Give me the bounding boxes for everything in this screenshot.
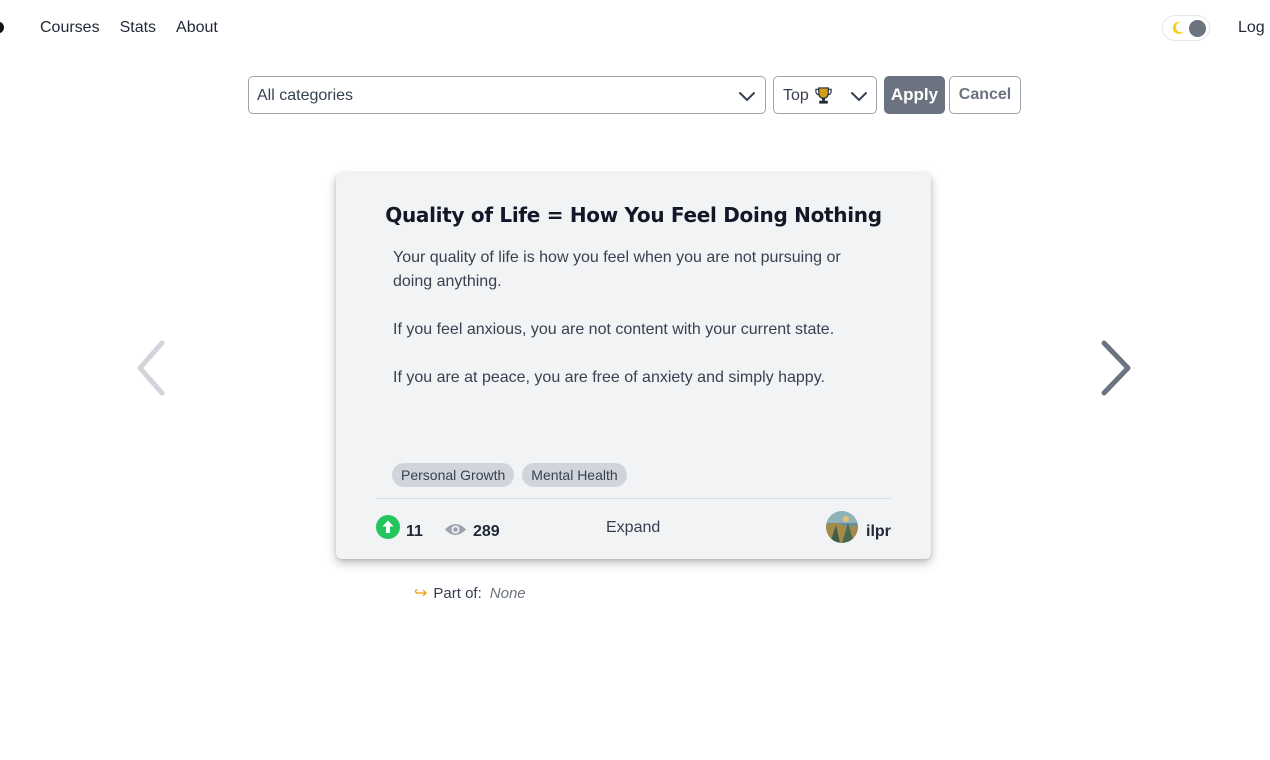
part-of-label: Part of: [433,584,482,602]
chevron-down-icon [739,92,755,101]
part-of-row: ↪ Part of: None [414,583,526,603]
logo-icon[interactable] [0,22,4,33]
nav-link-courses[interactable]: Courses [40,18,100,38]
moon-icon [1172,21,1184,34]
card-divider [376,498,891,499]
nav-links: Courses Stats About [40,18,238,38]
chevron-right-icon[interactable] [1096,338,1136,398]
part-of-value[interactable]: None [490,585,526,602]
login-link[interactable]: Log [1238,18,1265,38]
upvote-icon[interactable] [376,515,400,539]
card-paragraph: If you feel anxious, you are not content… [393,321,835,338]
cancel-button[interactable]: Cancel [949,76,1021,114]
theme-toggle[interactable] [1162,15,1210,41]
expand-button[interactable]: Expand [606,519,660,537]
tag-list: Personal Growth Mental Health [392,463,627,487]
category-select-value: All categories [257,87,354,104]
nav-link-about[interactable]: About [176,18,218,38]
view-count: 289 [473,523,500,540]
sort-select-value: Top [783,87,809,104]
trophy-icon [815,87,832,104]
card-title: Quality of Life = How You Feel Doing Not… [385,203,882,227]
top-navbar: Courses Stats About Log [0,0,1270,56]
author-name[interactable]: ilpr [866,523,891,541]
eye-icon [444,523,467,536]
chevron-left-icon[interactable] [132,338,172,398]
apply-button[interactable]: Apply [884,76,945,114]
sort-select[interactable]: Top [773,76,877,114]
card-paragraph: Your quality of life is how you feel whe… [393,249,841,290]
upvote-count: 11 [406,523,423,540]
card-paragraph: If you are at peace, you are free of anx… [393,369,825,386]
avatar[interactable] [826,511,858,543]
tag-mental-health[interactable]: Mental Health [522,463,627,487]
post-card: Quality of Life = How You Feel Doing Not… [336,173,931,559]
chevron-down-icon [851,92,867,101]
toggle-knob [1189,20,1206,37]
card-body: Your quality of life is how you feel whe… [393,246,863,414]
category-select[interactable]: All categories [248,76,766,114]
tag-personal-growth[interactable]: Personal Growth [392,463,515,487]
nav-link-stats[interactable]: Stats [120,18,156,38]
return-arrow-icon: ↪ [414,585,428,602]
